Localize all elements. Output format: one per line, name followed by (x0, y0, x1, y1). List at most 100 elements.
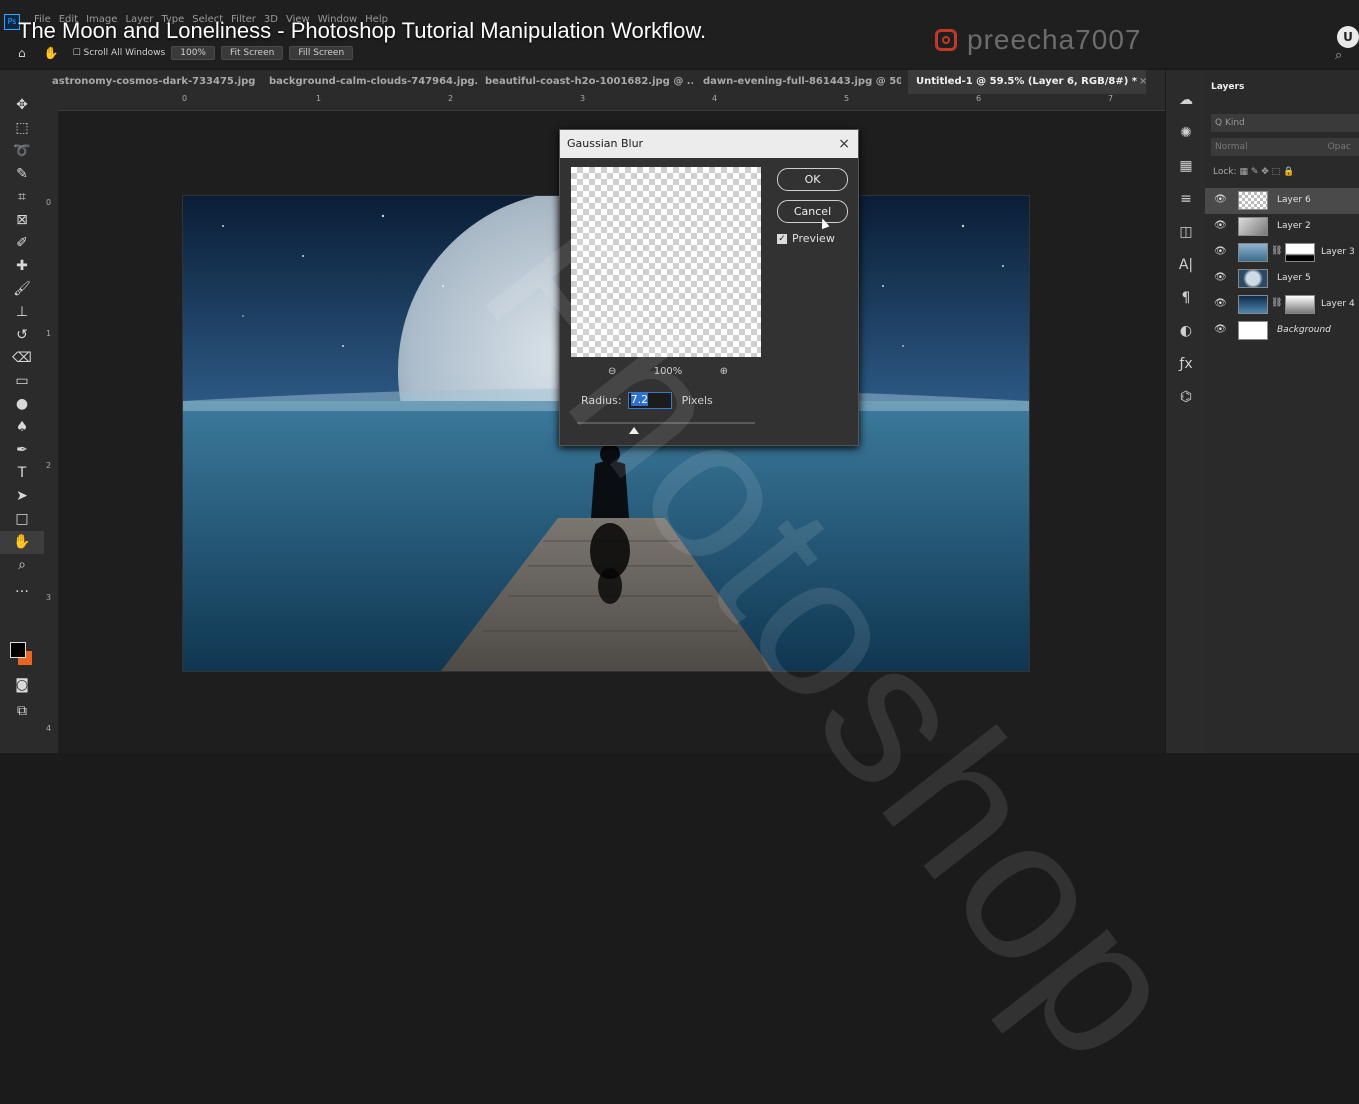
layer-mask-thumbnail[interactable] (1285, 295, 1315, 314)
preview-zoom-value: 100% (653, 366, 683, 377)
color-panel-icon[interactable]: ✺ (1166, 117, 1206, 150)
hand-tool-icon[interactable]: ✋ (44, 46, 59, 60)
pen-tool-icon[interactable]: ✒ (0, 439, 44, 462)
close-icon[interactable]: × (838, 130, 850, 158)
layer-row-layer-6[interactable]: 👁 Layer 6 (1205, 188, 1359, 214)
layer-kind-filter[interactable]: Q Kind (1211, 114, 1359, 132)
layer-thumbnail (1238, 191, 1268, 210)
blur-tool-icon[interactable]: ● (0, 393, 44, 416)
clone-stamp-tool-icon[interactable]: ⊥ (0, 301, 44, 324)
zoom-tool-icon[interactable]: ⌕ (0, 554, 44, 577)
paragraph-panel-icon[interactable]: ¶ (1166, 282, 1206, 315)
tools-panel: ✥ ⬚ ➰ ✎ ⌗ ⊠ ✐ ✚ 🖌 ⊥ ↺ ⌫ ▭ ● ♠ ✒ T ➤ □ ✋ … (0, 94, 44, 753)
layer-mask-thumbnail[interactable] (1285, 243, 1315, 262)
color-swatch[interactable] (10, 642, 36, 668)
instagram-handle: preecha7007 (967, 24, 1142, 55)
character-panel-icon[interactable]: A| (1166, 249, 1206, 282)
history-brush-tool-icon[interactable]: ↺ (0, 324, 44, 347)
home-icon[interactable]: ⌂ (18, 46, 26, 60)
dialog-title: Gaussian Blur (567, 137, 644, 150)
paths-icon[interactable]: ⌬ (1166, 381, 1206, 414)
ruler-label: 1 (316, 94, 322, 103)
channels-icon[interactable]: ≡ (1166, 183, 1206, 216)
ruler-label: 3 (580, 94, 586, 103)
ok-button[interactable]: OK (777, 168, 848, 191)
fill-screen-button[interactable]: Fill Screen (289, 46, 354, 60)
properties-icon[interactable]: ◐ (1166, 315, 1206, 348)
document-tab-bar: astronomy-cosmos-dark-733475.jpg .× back… (0, 70, 1165, 94)
layer-row-layer-5[interactable]: 👁 Layer 5 (1205, 266, 1359, 292)
move-tool-icon[interactable]: ✥ (0, 94, 44, 117)
libraries-icon[interactable]: ☁ (1166, 84, 1206, 117)
layer-row-layer-4[interactable]: 👁 ⛓ Layer 4 (1205, 292, 1359, 318)
visibility-eye-icon[interactable]: 👁 (1214, 220, 1227, 231)
tab-beautiful-coast[interactable]: beautiful-coast-h2o-1001682.jpg @ ...× (485, 70, 693, 94)
video-title-overlay: The Moon and Loneliness - Photoshop Tuto… (18, 18, 707, 43)
visibility-eye-icon[interactable]: 👁 (1214, 246, 1227, 257)
lasso-tool-icon[interactable]: ➰ (0, 140, 44, 163)
cancel-button[interactable]: Cancel (777, 200, 848, 223)
zoom-in-icon[interactable]: ⊕ (720, 366, 728, 377)
tab-astronomy-cosmos[interactable]: astronomy-cosmos-dark-733475.jpg .× (52, 70, 257, 94)
styles-fx-icon[interactable]: ƒx (1166, 348, 1206, 381)
adjustments-icon[interactable]: ◫ (1166, 216, 1206, 249)
filter-preview-area[interactable] (571, 167, 761, 357)
visibility-eye-icon[interactable]: 👁 (1214, 272, 1227, 283)
quick-selection-tool-icon[interactable]: ✎ (0, 163, 44, 186)
fit-screen-button[interactable]: Fit Screen (220, 46, 284, 60)
layer-row-background[interactable]: 👁 Background (1205, 318, 1359, 344)
lock-all-icon[interactable]: 🔒 (1283, 167, 1294, 177)
marquee-tool-icon[interactable]: ⬚ (0, 117, 44, 140)
healing-brush-tool-icon[interactable]: ✚ (0, 255, 44, 278)
quick-mask-icon[interactable]: ◙ (0, 674, 44, 697)
layer-thumbnail (1238, 217, 1268, 236)
mask-link-icon[interactable]: ⛓ (1271, 298, 1282, 308)
layer-row-layer-2[interactable]: 👁 Layer 2 (1205, 214, 1359, 240)
frame-tool-icon[interactable]: ⊠ (0, 209, 44, 232)
layer-thumbnail (1238, 321, 1268, 340)
scroll-all-windows-checkbox[interactable]: ☐ Scroll All Windows (73, 48, 166, 58)
radius-slider-track[interactable] (577, 422, 755, 424)
hand-tool-icon[interactable]: ✋ (0, 531, 44, 554)
zoom-100-button[interactable]: 100% (171, 46, 215, 60)
preview-checkbox[interactable]: ✓ Preview (777, 232, 835, 245)
foreground-color-swatch[interactable] (10, 642, 26, 658)
brush-tool-icon[interactable]: 🖌 (0, 278, 44, 301)
layer-name: Layer 4 (1321, 299, 1355, 309)
layer-thumbnail (1238, 243, 1268, 262)
tab-untitled-1[interactable]: Untitled-1 @ 59.5% (Layer 6, RGB/8#) * × (908, 70, 1146, 94)
zoom-out-icon[interactable]: ⊖ (608, 366, 616, 377)
swatches-icon[interactable]: ▦ (1166, 150, 1206, 183)
tab-label: Untitled-1 @ 59.5% (Layer 6, RGB/8#) * (916, 76, 1137, 87)
layer-row-layer-3[interactable]: 👁 ⛓ Layer 3 (1205, 240, 1359, 266)
lock-brush-icon[interactable]: ✎ (1251, 167, 1259, 177)
user-avatar[interactable]: U (1337, 26, 1359, 48)
tab-close-icon[interactable]: × (1139, 76, 1146, 87)
lock-artboard-icon[interactable]: ⬚ (1272, 167, 1281, 177)
eraser-tool-icon[interactable]: ⌫ (0, 347, 44, 370)
radius-input[interactable]: 7.2 (627, 392, 672, 409)
visibility-eye-icon[interactable]: 👁 (1214, 324, 1227, 335)
type-tool-icon[interactable]: T (0, 462, 44, 485)
tab-background-calm-clouds[interactable]: background-calm-clouds-747964.jpg.× (269, 70, 477, 94)
dodge-tool-icon[interactable]: ♠ (0, 416, 44, 439)
blend-mode-select[interactable]: Normal Opac (1211, 138, 1359, 156)
lock-pixels-icon[interactable]: ▦ (1239, 167, 1248, 177)
eyedropper-tool-icon[interactable]: ✐ (0, 232, 44, 255)
lock-position-icon[interactable]: ✥ (1261, 167, 1269, 177)
edit-toolbar-icon[interactable]: … (0, 577, 44, 600)
visibility-eye-icon[interactable]: 👁 (1214, 298, 1227, 309)
path-selection-tool-icon[interactable]: ➤ (0, 485, 44, 508)
crop-tool-icon[interactable]: ⌗ (0, 186, 44, 209)
layer-thumbnail (1238, 295, 1268, 314)
tab-layers[interactable]: Layers (1211, 82, 1244, 92)
checkbox-checked-icon[interactable]: ✓ (777, 233, 787, 244)
screen-mode-icon[interactable]: ⧉ (0, 700, 44, 723)
tab-dawn-evening[interactable]: dawn-evening-full-861443.jpg @ 50...× (703, 70, 901, 94)
rectangle-tool-icon[interactable]: □ (0, 508, 44, 531)
visibility-eye-icon[interactable]: 👁 (1214, 194, 1227, 205)
mask-link-icon[interactable]: ⛓ (1271, 246, 1282, 256)
gradient-tool-icon[interactable]: ▭ (0, 370, 44, 393)
radius-slider-thumb[interactable] (628, 427, 639, 434)
search-icon[interactable]: ⌕ (1335, 48, 1342, 63)
